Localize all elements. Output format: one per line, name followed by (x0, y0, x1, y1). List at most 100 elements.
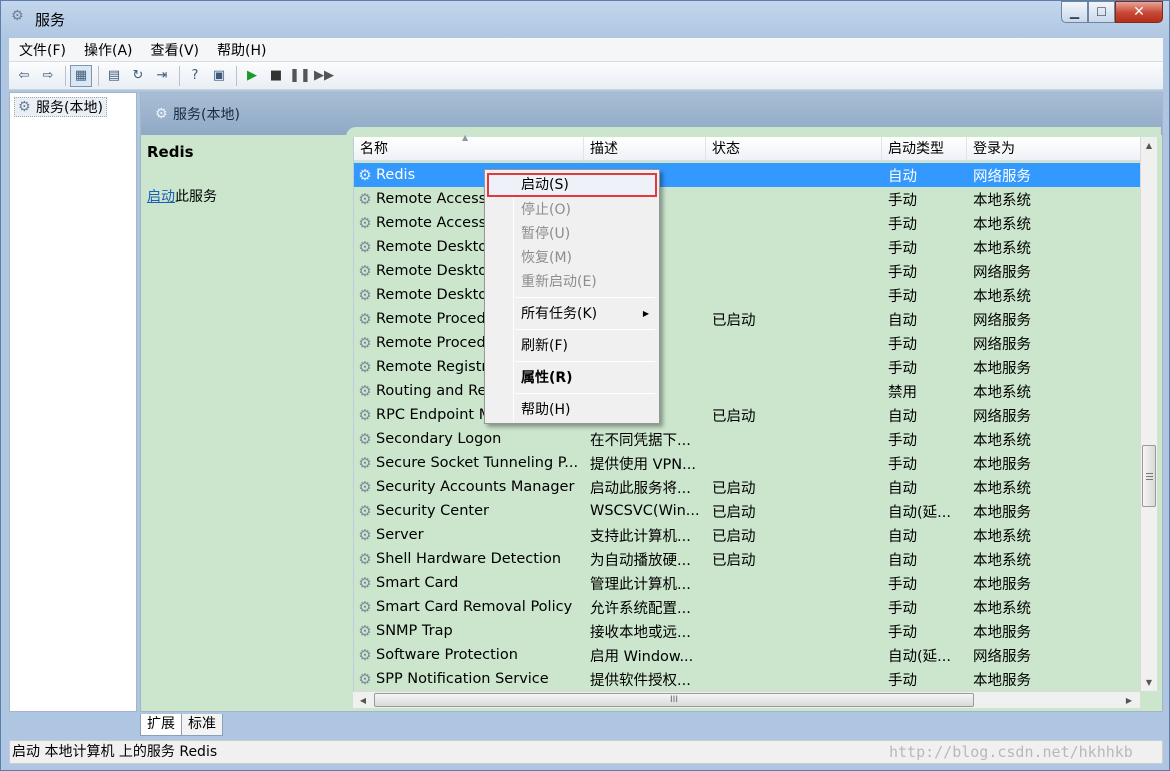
scroll-down-icon[interactable]: ▼ (1141, 674, 1157, 691)
menu-help[interactable]: 帮助(H) (207, 40, 274, 60)
service-description: WSCSVC(Win... (590, 503, 700, 519)
table-row[interactable]: ⚙Remote Desktop交...手动网络服务 (354, 259, 1141, 283)
service-startup-type: 自动 (888, 528, 917, 545)
table-row[interactable]: ⚙ Smart Card 管理此计算机... 手动 本地服务 (354, 571, 1141, 595)
pause-service-icon[interactable]: ❚❚ (289, 65, 311, 87)
service-name: Server (376, 527, 424, 543)
table-row[interactable]: ⚙Remote DesktopP 连...手动本地系统 (354, 283, 1141, 307)
service-gear-icon: ⚙ (358, 167, 372, 183)
table-row[interactable]: ⚙ Redis 自动 网络服务 (354, 163, 1141, 187)
properties-icon[interactable]: ▤ (103, 65, 125, 87)
service-status: 已启动 (712, 528, 756, 545)
service-logon-as: 网络服务 (973, 408, 1031, 425)
menu-item-start[interactable]: 启动(S) (487, 173, 657, 197)
table-row[interactable]: ⚙ Secure Socket Tunneling P... 提供使用 VPN...… (354, 451, 1141, 475)
scroll-up-icon[interactable]: ▲ (1141, 137, 1157, 154)
close-button[interactable]: ✕ (1115, 1, 1163, 23)
service-name: Smart Card Removal Policy (376, 599, 573, 615)
tree-node-label: 服务(本地) (36, 100, 103, 116)
table-row[interactable]: ⚙ SNMP Trap 接收本地或远... 手动 本地服务 (354, 619, 1141, 643)
service-startup-type: 手动 (888, 576, 917, 593)
context-menu: 启动(S) 停止(O) 暂停(U) 恢复(M) 重新启动(E) 所有任务(K) … (484, 169, 660, 424)
column-header-status[interactable]: 状态 (706, 137, 882, 161)
vertical-scroll-thumb[interactable] (1142, 445, 1156, 507)
table-row[interactable]: ⚙ Server 支持此计算机... 已启动 自动 本地系统 (354, 523, 1141, 547)
menu-action[interactable]: 操作(A) (74, 40, 141, 60)
scroll-left-icon[interactable]: ◀ (355, 692, 371, 708)
title-bar[interactable]: ⚙ 服务 ▁ ☐ ✕ (1, 1, 1169, 37)
table-row[interactable]: ⚙Remote Registry能...手动本地服务 (354, 355, 1141, 379)
menu-item-resume[interactable]: 恢复(M) (487, 246, 657, 270)
list-corner (346, 127, 1161, 137)
table-row[interactable]: ⚙Remote Desktop置...手动本地系统 (354, 235, 1141, 259)
pane-header-title: 服务(本地) (173, 107, 240, 123)
service-gear-icon: ⚙ (358, 431, 372, 447)
console-tree: ⚙ 服务(本地) (9, 92, 137, 712)
menu-item-stop[interactable]: 停止(O) (487, 198, 657, 222)
menu-item-refresh[interactable]: 刷新(F) (487, 334, 657, 358)
table-row[interactable]: ⚙Remote Access计...手动本地系统 (354, 211, 1141, 235)
toolbar-divider (65, 65, 66, 86)
table-row[interactable]: ⚙ Software Protection 启用 Window... 自动(延... 网… (354, 643, 1141, 667)
table-row[interactable]: ⚙ Shell Hardware Detection 为自动播放硬... 已启动 自动 本… (354, 547, 1141, 571)
service-startup-type: 手动 (888, 432, 917, 449)
tab-standard[interactable]: 标准 (181, 714, 223, 736)
menu-view[interactable]: 查看(V) (141, 40, 208, 60)
column-header-description[interactable]: 描述 (584, 137, 706, 161)
tree-node-services-local[interactable]: ⚙ 服务(本地) (14, 97, 107, 117)
service-description: 提供使用 VPN... (590, 456, 696, 473)
table-row[interactable]: ⚙RPC Endpoint Mapper接口...已启动自动网络服务 (354, 403, 1141, 427)
table-row[interactable]: ⚙Remote Access候...手动本地系统 (354, 187, 1141, 211)
stop-service-icon[interactable]: ■ (265, 65, 287, 87)
scroll-right-icon[interactable]: ▶ (1121, 692, 1137, 708)
table-row[interactable]: ⚙Remote Procedurews ...手动网络服务 (354, 331, 1141, 355)
start-service-icon[interactable]: ▶ (241, 65, 263, 87)
toolbar-divider (236, 65, 237, 86)
table-row[interactable]: ⚙ Security Center WSCSVC(Win... 已启动 自动(延... 本… (354, 499, 1141, 523)
minimize-button[interactable]: ▁ (1061, 1, 1088, 23)
menu-file[interactable]: 文件(F) (9, 40, 74, 60)
horizontal-scroll-thumb[interactable]: III (374, 693, 974, 707)
view-icon[interactable]: ▣ (208, 65, 230, 87)
maximize-button[interactable]: ☐ (1088, 1, 1115, 23)
forward-arrow-icon[interactable]: ⇨ (37, 65, 59, 87)
column-header-logon-as[interactable]: 登录为 (967, 137, 1141, 161)
vertical-scrollbar[interactable]: ▲ ▼ (1140, 137, 1157, 691)
service-description: 支持此计算机... (590, 528, 691, 545)
column-header-startup-type[interactable]: 启动类型 (882, 137, 967, 161)
table-row[interactable]: ⚙Routing and Remote及...禁用本地系统 (354, 379, 1141, 403)
menu-item-properties[interactable]: 属性(R) (487, 366, 657, 390)
menu-item-help[interactable]: 帮助(H) (487, 398, 657, 422)
help-icon[interactable]: ? (184, 65, 206, 87)
start-service-link[interactable]: 启动 (147, 189, 175, 205)
table-row[interactable]: ⚙Remote Procedure务是...已启动自动网络服务 (354, 307, 1141, 331)
menu-item-all-tasks[interactable]: 所有任务(K) ▶ (487, 302, 657, 326)
menu-item-restart[interactable]: 重新启动(E) (487, 270, 657, 294)
service-gear-icon: ⚙ (358, 671, 372, 687)
service-name: Remote Access (376, 215, 487, 231)
tab-extended[interactable]: 扩展 (140, 714, 182, 736)
console-tree-icon[interactable]: ▦ (70, 64, 92, 87)
service-name: Security Accounts Manager (376, 479, 575, 495)
service-logon-as: 本地系统 (973, 432, 1031, 449)
export-list-icon[interactable]: ⇥ (151, 65, 173, 87)
service-logon-as: 本地系统 (973, 480, 1031, 497)
refresh-icon[interactable]: ↻ (127, 65, 149, 87)
window-controls: ▁ ☐ ✕ (1061, 1, 1163, 23)
column-header-name[interactable]: ▲ 名称 (354, 134, 584, 161)
menu-item-pause[interactable]: 暂停(U) (487, 222, 657, 246)
service-name-cell: ⚙ Security Center (354, 503, 584, 519)
service-logon-as: 本地系统 (973, 192, 1031, 209)
table-row[interactable]: ⚙ Secondary Logon 在不同凭据下... 手动 本地系统 (354, 427, 1141, 451)
service-name-cell: ⚙ SNMP Trap (354, 623, 584, 639)
service-logon-as: 本地服务 (973, 624, 1031, 641)
service-description: 管理此计算机... (590, 576, 691, 593)
table-row[interactable]: ⚙ SPP Notification Service 提供软件授权... 手动 本地服务 (354, 667, 1141, 691)
table-row[interactable]: ⚙ Security Accounts Manager 启动此服务将... 已启动 自动… (354, 475, 1141, 499)
horizontal-scrollbar[interactable]: ◀ III ▶ (353, 691, 1140, 708)
restart-service-icon[interactable]: ▶▶ (313, 65, 335, 87)
service-description: 启动此服务将... (590, 480, 691, 497)
table-row[interactable]: ⚙ Smart Card Removal Policy 允许系统配置... 手动 本地系… (354, 595, 1141, 619)
back-arrow-icon[interactable]: ⇦ (13, 65, 35, 87)
service-gear-icon: ⚙ (358, 503, 372, 519)
